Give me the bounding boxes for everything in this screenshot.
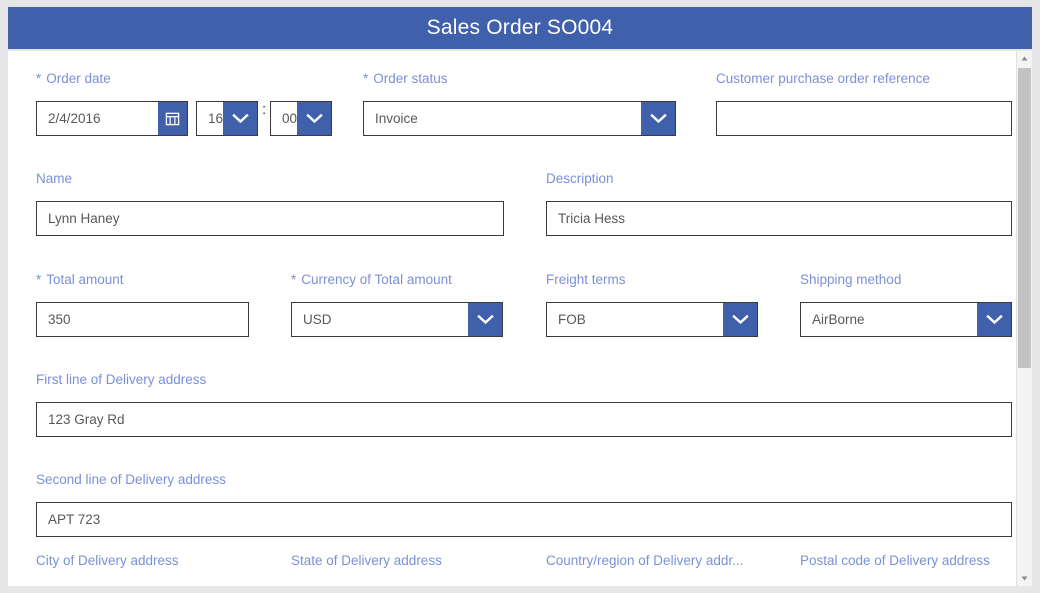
order-minute-select[interactable]: 00 — [270, 101, 332, 136]
field-order-hour: 16 — [196, 70, 258, 136]
field-customer-purchase-order-reference: Customer purchase order reference — [716, 70, 1012, 136]
order-hour-select[interactable]: 16 — [196, 101, 258, 136]
name-value: Lynn Haney — [48, 211, 120, 226]
form-content: * Order date 2/4/2016 16: 00 * Order st… — [8, 51, 1016, 582]
label-city-of-delivery-address: City of Delivery address — [36, 553, 179, 568]
order-hour-value: 16 — [208, 111, 223, 126]
order-minute-value: 00 — [282, 111, 297, 126]
label-first-line-of-delivery-address: First line of Delivery address — [36, 372, 207, 387]
field-first-line-of-delivery-address: First line of Delivery address 123 Gray … — [36, 371, 1012, 437]
name-input[interactable]: Lynn Haney — [36, 201, 504, 236]
field-currency-of-total-amount: * Currency of Total amount USD — [291, 271, 503, 337]
label-order-date: * Order date — [36, 71, 111, 86]
field-order-status: * Order status Invoice — [363, 70, 676, 136]
currency-dropdown-button[interactable] — [468, 303, 502, 336]
currency-of-total-amount-select[interactable]: USD — [291, 302, 503, 337]
calendar-icon — [165, 112, 180, 126]
required-asterisk-order-date: * — [36, 71, 42, 86]
chevron-down-icon — [731, 314, 749, 325]
label-order-status: * Order status — [363, 71, 448, 86]
chevron-down-icon — [305, 113, 323, 124]
required-asterisk-total-amount: * — [36, 272, 42, 287]
chevron-down-icon — [649, 113, 667, 124]
label-currency-of-total-amount: * Currency of Total amount — [291, 272, 452, 287]
label-shipping-method: Shipping method — [800, 272, 902, 287]
order-date-input[interactable]: 2/4/2016 — [36, 101, 188, 136]
freight-terms-dropdown-button[interactable] — [723, 303, 757, 336]
page-title: Sales Order SO004 — [426, 16, 614, 39]
total-amount-value: 350 — [48, 312, 71, 327]
label-state-of-delivery-address: State of Delivery address — [291, 553, 442, 568]
chevron-down-icon — [985, 314, 1003, 325]
triangle-up-icon — [1021, 56, 1028, 61]
form-row-1: * Order date 2/4/2016 16: 00 * Order st… — [8, 51, 1016, 151]
total-amount-input[interactable]: 350 — [36, 302, 249, 337]
label-second-line-of-delivery-address: Second line of Delivery address — [36, 472, 226, 487]
field-freight-terms: Freight terms FOB — [546, 271, 758, 337]
form-scroll-area: * Order date 2/4/2016 16: 00 * Order st… — [8, 51, 1032, 586]
field-description: Description Tricia Hess — [546, 170, 1012, 236]
required-asterisk-order-status: * — [363, 71, 369, 86]
form-row-3: * Total amount 350 * Currency of Total amo… — [8, 252, 1016, 352]
window-title-bar: Sales Order SO004 — [8, 7, 1032, 49]
shipping-method-value: AirBorne — [812, 312, 865, 327]
second-line-of-delivery-address-value: APT 723 — [48, 512, 101, 527]
label-order-minute — [270, 70, 332, 88]
shipping-method-dropdown-button[interactable] — [977, 303, 1011, 336]
order-minute-dropdown-button[interactable] — [297, 102, 331, 135]
scroll-thumb[interactable] — [1018, 68, 1031, 368]
label-description: Description — [546, 171, 614, 186]
shipping-method-select[interactable]: AirBorne — [800, 302, 1012, 337]
scroll-down-arrow[interactable] — [1017, 571, 1032, 586]
label-customer-purchase-order-reference: Customer purchase order reference — [716, 71, 930, 86]
currency-of-total-amount-value: USD — [303, 312, 332, 327]
field-order-date: * Order date 2/4/2016 — [36, 70, 188, 136]
chevron-down-icon — [231, 113, 249, 124]
freight-terms-select[interactable]: FOB — [546, 302, 758, 337]
order-status-dropdown-button[interactable] — [641, 102, 675, 135]
customer-purchase-order-reference-input[interactable] — [716, 101, 1012, 136]
first-line-of-delivery-address-value: 123 Gray Rd — [48, 412, 125, 427]
required-asterisk-currency: * — [291, 272, 297, 287]
description-input[interactable]: Tricia Hess — [546, 201, 1012, 236]
order-status-value: Invoice — [375, 111, 418, 126]
sales-order-form-window: Sales Order SO004 *Order date 2/4/2016 — [0, 0, 1040, 593]
scroll-up-arrow[interactable] — [1017, 51, 1032, 66]
description-value: Tricia Hess — [558, 211, 626, 226]
order-status-select[interactable]: Invoice — [363, 101, 676, 136]
field-second-line-of-delivery-address: Second line of Delivery address APT 723 — [36, 471, 1012, 537]
second-line-of-delivery-address-input[interactable]: APT 723 — [36, 502, 1012, 537]
label-postal-code-of-delivery-address: Postal code of Delivery address — [800, 553, 990, 568]
form-row-6-partial: City of Delivery address State of Delive… — [8, 552, 1016, 582]
field-name: Name Lynn Haney — [36, 170, 504, 236]
chevron-down-icon — [476, 314, 494, 325]
triangle-down-icon — [1021, 576, 1028, 581]
field-order-minute: 00 — [270, 70, 332, 136]
field-shipping-method: Shipping method AirBorne — [800, 271, 1012, 337]
calendar-icon-button[interactable] — [158, 102, 187, 135]
order-hour-dropdown-button[interactable] — [223, 102, 257, 135]
form-row-5: Second line of Delivery address APT 723 — [8, 452, 1016, 552]
label-freight-terms: Freight terms — [546, 272, 626, 287]
freight-terms-value: FOB — [558, 312, 586, 327]
first-line-of-delivery-address-input[interactable]: 123 Gray Rd — [36, 402, 1012, 437]
time-colon-separator: : — [262, 101, 267, 118]
label-name: Name — [36, 171, 73, 186]
vertical-scrollbar[interactable] — [1016, 51, 1032, 586]
label-order-hour — [196, 70, 258, 88]
label-country-region-of-delivery-address: Country/region of Delivery addr... — [546, 553, 744, 568]
form-row-4: First line of Delivery address 123 Gray … — [8, 352, 1016, 452]
form-row-2: Name Lynn Haney Description Tricia Hess — [8, 151, 1016, 252]
field-total-amount: * Total amount 350 — [36, 271, 249, 337]
order-date-value: 2/4/2016 — [48, 111, 101, 126]
label-total-amount: * Total amount — [36, 272, 124, 287]
